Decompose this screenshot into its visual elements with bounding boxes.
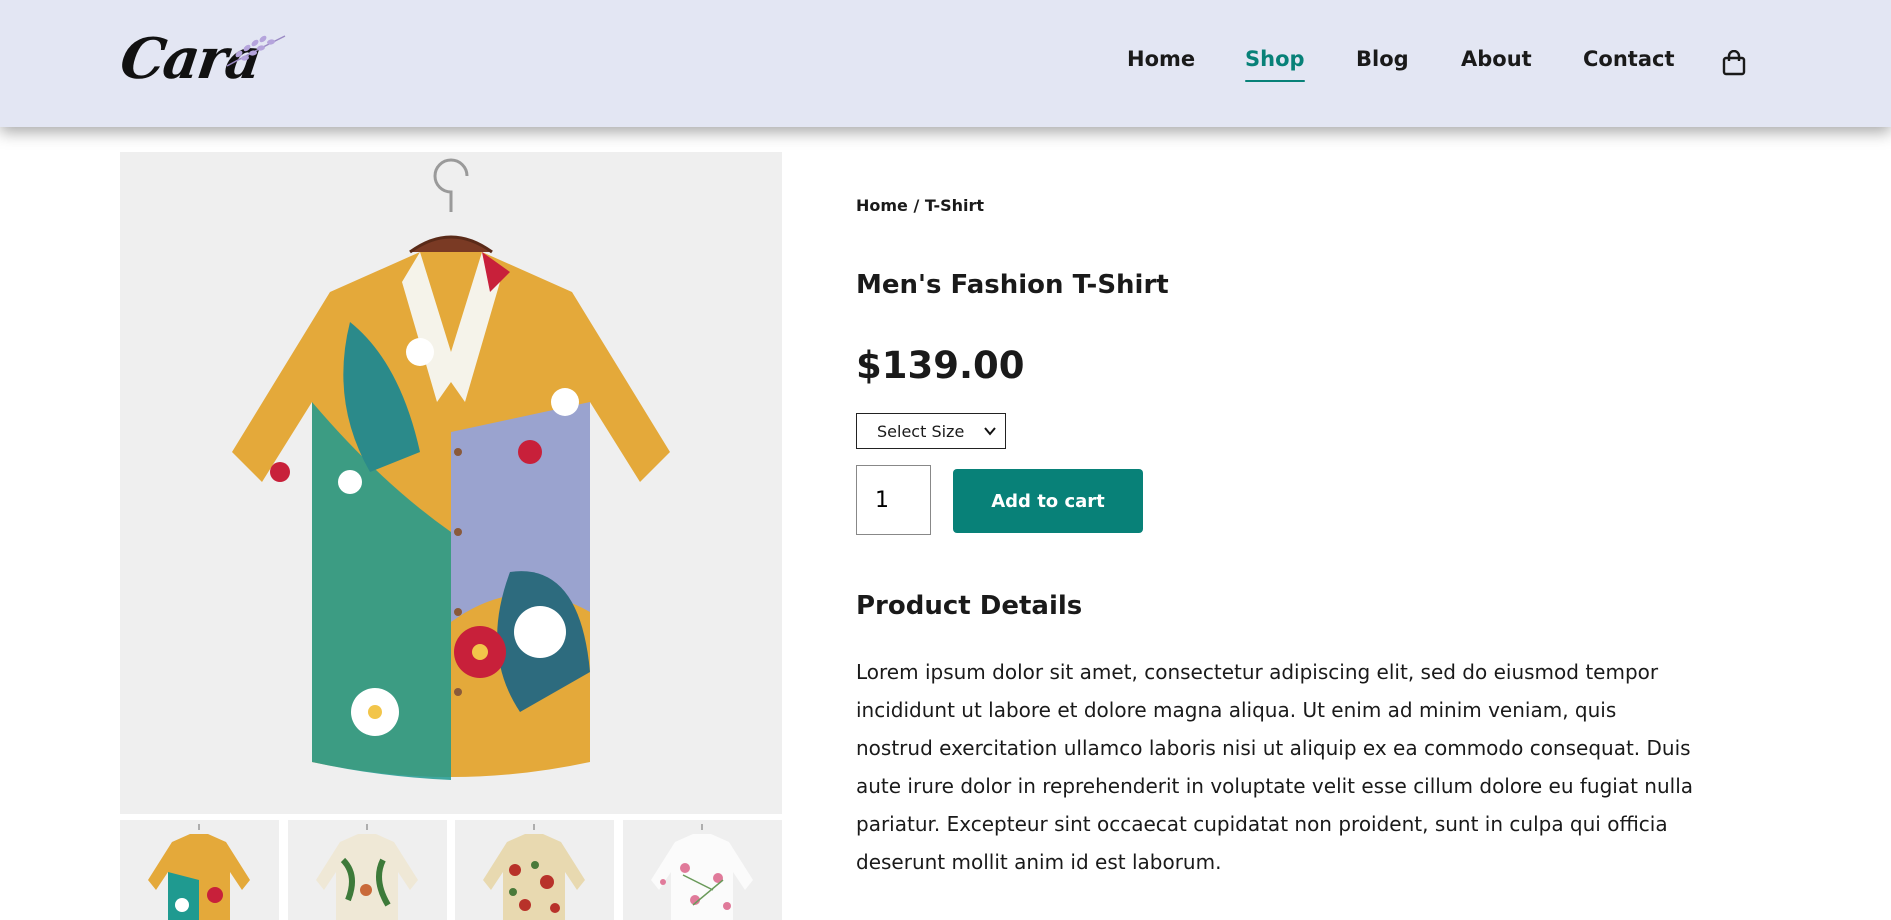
nav-shop[interactable]: Shop xyxy=(1245,47,1305,82)
add-to-cart-button[interactable]: Add to cart xyxy=(953,469,1143,533)
lavender-sprig-icon xyxy=(226,35,286,67)
thumbnail-4[interactable] xyxy=(623,820,782,920)
shirt-illustration xyxy=(232,158,670,780)
thumbnail-3[interactable] xyxy=(455,820,614,920)
thumbnail-shirt-4 xyxy=(651,824,753,920)
product-details-heading: Product Details xyxy=(856,591,1083,621)
nav-about-label: About xyxy=(1461,47,1532,71)
nav-shop-label: Shop xyxy=(1245,47,1305,71)
product-main-image xyxy=(120,152,782,814)
thumbnail-strip xyxy=(120,820,782,920)
product-description: Lorem ipsum dolor sit amet, consectetur … xyxy=(856,660,1694,874)
nav-about[interactable]: About xyxy=(1461,47,1532,71)
thumbnail-1[interactable] xyxy=(120,820,279,920)
shopping-bag-icon[interactable] xyxy=(1722,50,1746,76)
nav-home-label: Home xyxy=(1127,47,1196,71)
nav-blog[interactable]: Blog xyxy=(1356,47,1409,71)
active-nav-underline xyxy=(1245,80,1305,82)
nav-home[interactable]: Home xyxy=(1127,47,1195,71)
quantity-field[interactable] xyxy=(856,465,937,535)
nav-contact-label: Contact xyxy=(1583,47,1675,71)
quantity-input[interactable] xyxy=(873,466,937,534)
size-select[interactable]: Select Size xyxy=(856,413,1006,449)
nav-blog-label: Blog xyxy=(1356,47,1409,71)
thumbnail-shirt-2 xyxy=(316,824,418,920)
logo[interactable]: Cara xyxy=(116,26,286,96)
product-price: $139.00 xyxy=(856,344,1025,387)
product-title: Men's Fashion T-Shirt xyxy=(856,270,1169,300)
size-select-value: Select Size xyxy=(877,422,965,441)
thumbnail-shirt-1 xyxy=(148,824,250,920)
thumbnail-2[interactable] xyxy=(288,820,447,920)
site-header: Cara Home Shop Blog About Contact xyxy=(0,0,1891,127)
nav-contact[interactable]: Contact xyxy=(1583,47,1675,71)
breadcrumb[interactable]: Home / T-Shirt xyxy=(856,196,984,215)
chevron-down-icon xyxy=(984,427,996,436)
thumbnail-shirt-3 xyxy=(483,824,585,920)
